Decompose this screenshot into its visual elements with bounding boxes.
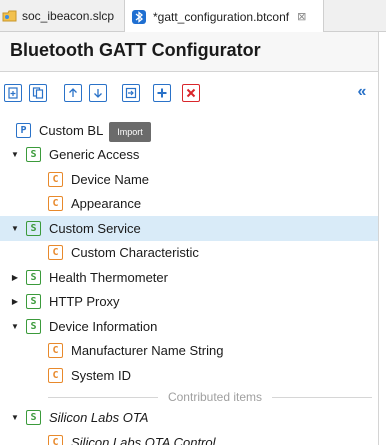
add-item-button[interactable] [4, 84, 22, 102]
characteristic-badge: C [48, 196, 63, 212]
tree-item-profile[interactable]: P Custom BL [0, 118, 378, 143]
tree-item-label: Device Name [71, 171, 150, 187]
tree-item-label: HTTP Proxy [49, 294, 120, 310]
chevron-down-icon[interactable]: ▼ [10, 413, 20, 423]
tree-item-label: Silicon Labs OTA Control [71, 434, 216, 445]
move-up-icon [69, 88, 77, 97]
tree-item-generic-access[interactable]: ▼ S Generic Access [0, 143, 378, 168]
configurator-header: Bluetooth GATT Configurator [0, 32, 378, 72]
chevron-right-icon[interactable]: ▶ [10, 272, 20, 282]
tree-item-label: Custom Characteristic [71, 245, 199, 261]
chevron-down-icon[interactable]: ▼ [10, 321, 20, 331]
tree-item-appearance[interactable]: C Appearance [0, 192, 378, 217]
profile-badge: P [16, 122, 31, 138]
tree-toolbar: « [0, 84, 378, 108]
plus-icon [157, 88, 167, 98]
tree-item-system-id[interactable]: C System ID [0, 363, 378, 388]
tree-item-label: System ID [71, 367, 131, 383]
characteristic-badge: C [48, 343, 63, 359]
add-service-button[interactable] [153, 84, 171, 102]
panel-divider [378, 32, 386, 445]
tab-label: soc_ibeacon.slcp [22, 9, 115, 23]
copy-button[interactable] [29, 84, 47, 102]
editor-tab-bar: soc_ibeacon.slcp *gatt_configuration.btc… [0, 0, 386, 33]
tree-item-silicon-labs-ota-control[interactable]: C Silicon Labs OTA Control [0, 430, 378, 445]
tree-item-manufacturer-name[interactable]: C Manufacturer Name String [0, 339, 378, 364]
tree-item-device-information[interactable]: ▼ S Device Information [0, 314, 378, 339]
page-title: Bluetooth GATT Configurator [10, 40, 261, 60]
tree-item-label: Appearance [71, 196, 142, 212]
service-badge: S [26, 269, 41, 285]
chevron-down-icon[interactable]: ▼ [10, 150, 20, 160]
contributed-items-divider: Contributed items [0, 388, 378, 406]
divider-label: Contributed items [160, 389, 270, 404]
service-badge: S [26, 220, 41, 236]
close-icon[interactable]: ⊠ [297, 10, 306, 23]
move-down-button[interactable] [89, 84, 107, 102]
chevron-down-icon[interactable]: ▼ [10, 223, 20, 233]
import-button[interactable] [122, 84, 140, 102]
tab-label: *gatt_configuration.btconf [153, 9, 290, 24]
tree-item-label: Custom BL [39, 122, 104, 138]
service-badge: S [26, 294, 41, 310]
move-up-button[interactable] [64, 84, 82, 102]
collapse-panel-button[interactable]: « [353, 84, 371, 102]
tree-item-label: Health Thermometer [49, 269, 168, 285]
chevron-right-icon[interactable]: ▶ [10, 297, 20, 307]
tree-item-label: Manufacturer Name String [71, 343, 224, 359]
characteristic-badge: C [48, 367, 63, 383]
tree-item-label: Device Information [49, 318, 158, 334]
tree-item-label: Generic Access [49, 147, 140, 163]
service-badge: S [26, 410, 41, 426]
characteristic-badge: C [48, 171, 63, 187]
import-tooltip: Import [109, 122, 151, 142]
tree-item-label: Custom Service [49, 220, 141, 236]
tree-item-device-name[interactable]: C Device Name [0, 167, 378, 192]
move-down-icon [94, 89, 102, 98]
tree-item-custom-service[interactable]: ▼ S Custom Service [0, 216, 378, 241]
tree-item-label: Silicon Labs OTA [49, 410, 149, 426]
tree-item-custom-characteristic[interactable]: C Custom Characteristic [0, 241, 378, 266]
divider-line [272, 396, 372, 398]
bluetooth-icon [132, 9, 146, 24]
project-icon [2, 10, 17, 22]
characteristic-badge: C [48, 434, 63, 445]
add-icon [8, 87, 18, 99]
tree-item-silicon-labs-ota[interactable]: ▼ S Silicon Labs OTA [0, 406, 378, 431]
import-icon [125, 87, 137, 99]
tree-item-health-thermometer[interactable]: ▶ S Health Thermometer [0, 265, 378, 290]
tab-gatt-configuration[interactable]: *gatt_configuration.btconf ⊠ [124, 0, 324, 33]
delete-button[interactable] [182, 84, 200, 102]
gatt-tree: P Custom BL ▼ S Generic Access C Device … [0, 118, 378, 445]
divider-line [48, 396, 158, 398]
tab-soc-ibeacon[interactable]: soc_ibeacon.slcp [0, 0, 124, 32]
tree-item-http-proxy[interactable]: ▶ S HTTP Proxy [0, 290, 378, 315]
copy-icon [32, 87, 44, 99]
delete-icon [186, 88, 196, 98]
service-badge: S [26, 318, 41, 334]
characteristic-badge: C [48, 245, 63, 261]
service-badge: S [26, 147, 41, 163]
